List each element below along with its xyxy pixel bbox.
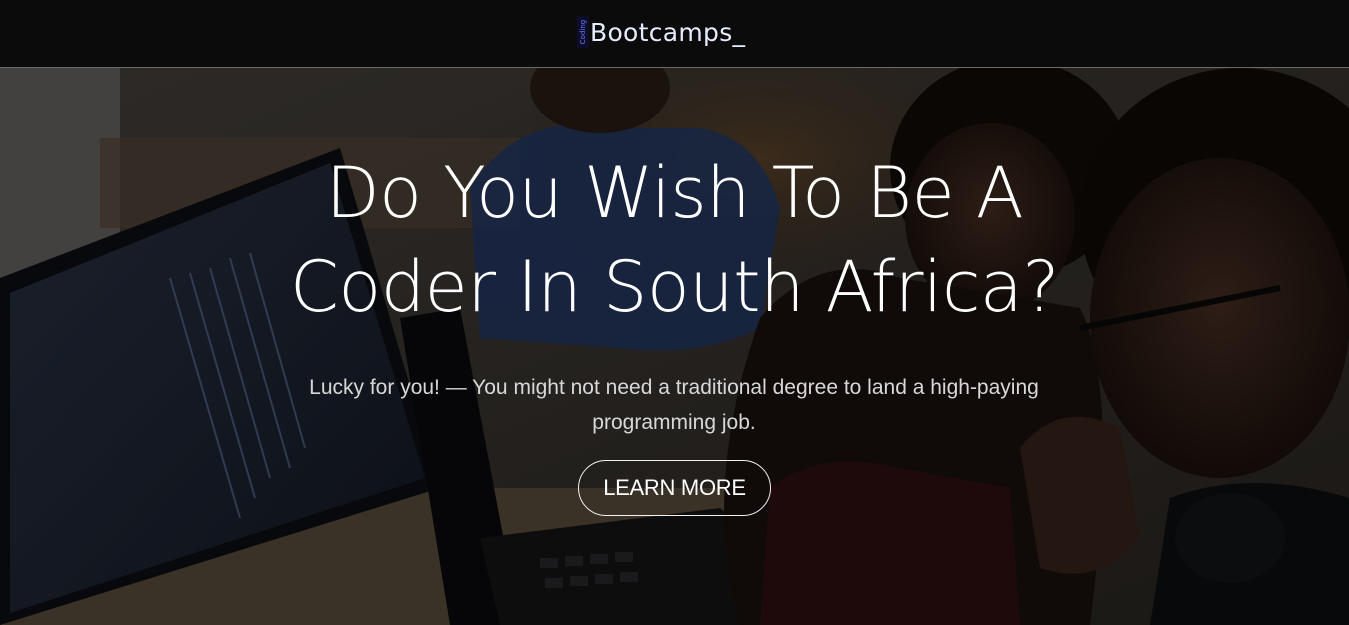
headline-line-2: Coder In South Africa? xyxy=(290,246,1059,328)
site-header: Coding Bootcamps_ xyxy=(0,0,1349,68)
logo-mark: Coding xyxy=(577,16,589,48)
hero-subheading: Lucky for you! — You might not need a tr… xyxy=(274,370,1074,440)
logo-small-text: Coding xyxy=(579,19,587,45)
logo-text: Bootcamps_ xyxy=(590,17,746,47)
headline-line-1: Do You Wish To Be A xyxy=(325,152,1024,234)
learn-more-button[interactable]: LEARN MORE xyxy=(578,460,771,516)
subheading-line-1: Lucky for you! — You might not need a tr… xyxy=(309,376,1039,399)
logo-link[interactable]: Coding Bootcamps_ xyxy=(577,15,745,49)
hero-headline: Do You Wish To Be A Coder In South Afric… xyxy=(0,146,1349,334)
hero-section: Do You Wish To Be A Coder In South Afric… xyxy=(0,68,1349,625)
subheading-line-2: programming job. xyxy=(592,411,756,434)
page: Coding Bootcamps_ Do You Wish To Be A Co… xyxy=(0,0,1349,625)
